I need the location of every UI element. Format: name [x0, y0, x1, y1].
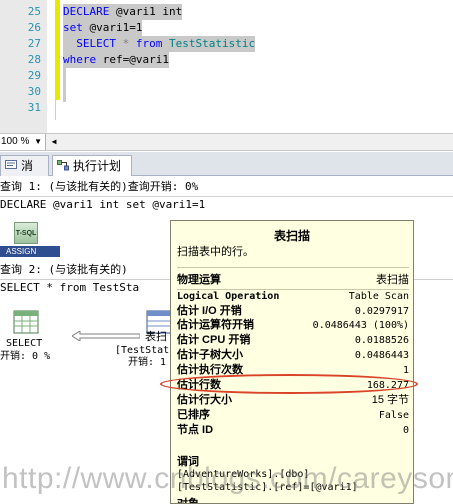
line-number-gutter: 25 26 27 28 29 30 31 [0, 0, 47, 133]
row-value: False [378, 410, 409, 421]
tab-messages[interactable]: 消息 [0, 155, 49, 193]
tsql-label: T-SQL [15, 230, 37, 237]
row-value: 表扫描 [376, 274, 409, 286]
row-value: 0.0188526 [354, 335, 409, 346]
keyword: DECLARE [63, 5, 110, 18]
line-number: 31 [27, 101, 41, 114]
assign-label: ASSIGN [6, 247, 37, 256]
tooltip-row: 已排序 False [177, 408, 409, 423]
line-number: 28 [27, 53, 41, 66]
row-key: 节点 ID [177, 424, 214, 436]
row-value: 0.0297917 [354, 306, 409, 317]
query1-text: DECLARE @vari1 int set @vari1=1 [0, 198, 206, 211]
query2-header: 查询 2: (与该批有关的) [0, 263, 128, 276]
query1-header: 查询 1: (与该批有关的)查询开销: 0% [0, 180, 199, 193]
row-value: 0 [402, 425, 409, 436]
tooltip-row: 节点 ID 0 [177, 423, 409, 438]
table-scan-node-object: [TestStat [115, 345, 170, 356]
margin-divider [55, 100, 60, 120]
code-line-28[interactable]: where ref=@vari1 [63, 52, 169, 68]
keyword: SELECT [76, 37, 116, 50]
operator: * [116, 37, 136, 50]
editor-horizontal-scrollbar[interactable]: 100 % ▼ ◀ [0, 133, 453, 151]
execution-plan-icon [57, 160, 69, 171]
code-text: ref=@vari1 [96, 53, 169, 66]
table-scan-node-cost: 开销: 1 [128, 357, 167, 368]
keyword: where [63, 53, 97, 66]
tab-execution-plan[interactable]: 执行计划 [52, 155, 132, 176]
row-key: 已排序 [177, 409, 210, 421]
zoom-value: 100 % [1, 136, 30, 147]
watermark: http://www.cnblogs.com/careyson [2, 462, 453, 495]
chevron-down-icon: ▼ [34, 137, 42, 146]
row-key: 估计子树大小 [177, 349, 243, 361]
keyword: from [135, 37, 163, 50]
line-number: 29 [27, 69, 41, 82]
code-editor[interactable]: 25 26 27 28 29 30 31 DECLARE @vari1 int … [0, 0, 453, 133]
row-value: Table Scan [348, 291, 409, 302]
annotation-highlight-ellipse [160, 374, 418, 394]
scroll-left-arrow-icon[interactable]: ◀ [49, 136, 59, 148]
change-tracking-bar [55, 0, 60, 100]
code-line-27[interactable]: SELECT * from TestStatistic [63, 36, 256, 52]
tab-label: 执行计划 [73, 159, 122, 173]
tooltip-row: Logical Operation Table Scan [177, 289, 409, 304]
data-flow-arrow [72, 331, 140, 341]
tooltip-row: 估计运算符开销 0.0486443 (100%) [177, 318, 409, 333]
code-line-26[interactable]: set @vari1=1 [63, 20, 143, 36]
row-key: 估计 I/O 开销 [177, 305, 242, 317]
query2-text: SELECT * from TestSta [0, 281, 140, 294]
row-value: 15 字节 [371, 394, 409, 406]
row-key: Logical Operation [177, 291, 280, 302]
tsql-node-icon[interactable]: T-SQL [14, 222, 38, 244]
line-number: 25 [27, 5, 41, 18]
row-value: 0.0486443 (100%) [312, 320, 409, 331]
assign-node[interactable]: ASSIGN [0, 246, 60, 257]
line-number: 30 [27, 85, 41, 98]
divider [177, 267, 409, 268]
row-key: 物理运算 [177, 274, 221, 286]
tooltip-section-heading: 对象 [177, 498, 199, 504]
row-key: 估计 CPU 开销 [177, 334, 251, 346]
row-key: 估计行大小 [177, 394, 232, 406]
tooltip-description: 扫描表中的行。 [177, 246, 254, 258]
code-text: @vari1 int [109, 5, 183, 18]
table-scan-node-label: 表扫 [145, 331, 167, 343]
row-value: 1 [402, 365, 409, 376]
code-text: @vari1=1 [82, 21, 143, 34]
tooltip-row: 物理运算 表扫描 [177, 273, 409, 288]
select-node-icon[interactable] [13, 310, 39, 334]
select-node-label: SELECT [6, 338, 43, 349]
row-value: 0.0486443 [354, 350, 409, 361]
code-line-25[interactable]: DECLARE @vari1 int [63, 4, 183, 20]
tooltip-row: 估计行大小 15 字节 [177, 393, 409, 408]
tooltip-row: 估计 CPU 开销 0.0188526 [177, 333, 409, 348]
zoom-dropdown[interactable]: 100 % ▼ [0, 134, 46, 150]
tooltip-row: 估计 I/O 开销 0.0297917 [177, 304, 409, 319]
keyword: set [63, 21, 83, 34]
selection-tail [63, 68, 66, 102]
messages-icon [5, 160, 17, 169]
results-tab-bar: 消息 执行计划 [0, 152, 453, 193]
tooltip-title: 表扫描 [273, 229, 310, 243]
row-key: 估计运算符开销 [177, 319, 254, 331]
table-name: TestStatistic [162, 37, 256, 50]
line-number: 27 [27, 37, 41, 50]
select-node-cost: 开销: 0 % [0, 351, 51, 362]
line-number: 26 [27, 21, 41, 34]
tooltip-row: 估计子树大小 0.0486443 [177, 348, 409, 363]
